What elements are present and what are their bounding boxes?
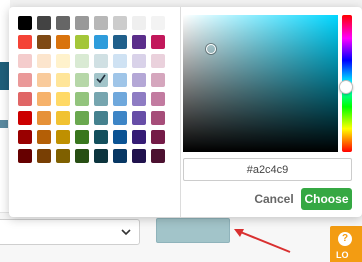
color-swatch[interactable] [18, 54, 32, 68]
color-swatch[interactable] [18, 111, 32, 125]
hue-slider-handle[interactable] [339, 80, 353, 94]
color-swatch[interactable] [75, 149, 89, 163]
color-swatch[interactable] [37, 111, 51, 125]
color-swatch[interactable] [132, 73, 146, 87]
annotation-arrow-icon [234, 229, 291, 253]
color-swatch[interactable] [18, 92, 32, 106]
color-swatch[interactable] [113, 54, 127, 68]
left-panel-marker [0, 120, 8, 128]
color-swatch[interactable] [113, 111, 127, 125]
color-swatch[interactable] [151, 149, 165, 163]
color-swatch[interactable] [56, 35, 70, 49]
color-swatch[interactable] [18, 35, 32, 49]
side-tab-label: LO [336, 250, 349, 260]
color-swatch[interactable] [132, 16, 146, 30]
color-swatch[interactable] [75, 16, 89, 30]
color-swatch[interactable] [151, 73, 165, 87]
color-swatch[interactable] [151, 92, 165, 106]
saturation-value-area[interactable] [183, 15, 338, 152]
color-preview-swatch[interactable] [156, 218, 230, 243]
color-swatch[interactable] [132, 35, 146, 49]
color-swatch[interactable] [37, 149, 51, 163]
color-swatch[interactable] [37, 54, 51, 68]
color-swatch[interactable] [113, 92, 127, 106]
color-swatch[interactable] [37, 92, 51, 106]
color-swatch[interactable] [18, 73, 32, 87]
color-swatch[interactable] [113, 73, 127, 87]
color-swatch[interactable] [56, 149, 70, 163]
color-swatch[interactable] [94, 16, 108, 30]
color-swatch[interactable] [18, 16, 32, 30]
color-swatch[interactable] [132, 92, 146, 106]
color-swatch[interactable] [56, 16, 70, 30]
choose-button[interactable]: Choose [301, 188, 352, 210]
color-swatch[interactable] [151, 35, 165, 49]
color-swatch[interactable] [132, 111, 146, 125]
color-swatch[interactable] [56, 92, 70, 106]
help-icon: ? [338, 232, 352, 246]
color-swatch[interactable] [94, 149, 108, 163]
color-swatch[interactable] [94, 130, 108, 144]
color-swatch[interactable] [56, 130, 70, 144]
check-icon [96, 74, 106, 84]
color-swatch[interactable] [113, 16, 127, 30]
color-swatch[interactable] [151, 16, 165, 30]
color-swatch[interactable] [75, 130, 89, 144]
color-swatch[interactable] [75, 111, 89, 125]
color-swatch[interactable] [151, 130, 165, 144]
color-swatch[interactable] [18, 130, 32, 144]
color-swatch[interactable] [132, 54, 146, 68]
color-swatch[interactable] [75, 73, 89, 87]
color-swatch[interactable] [113, 35, 127, 49]
color-swatch[interactable] [94, 35, 108, 49]
color-swatch[interactable] [132, 130, 146, 144]
color-picker-popup: Cancel Choose [9, 7, 362, 217]
color-swatch[interactable] [37, 73, 51, 87]
color-swatch[interactable] [94, 54, 108, 68]
color-swatch[interactable] [151, 54, 165, 68]
color-swatch[interactable] [75, 35, 89, 49]
saturation-handle[interactable] [206, 44, 216, 54]
color-swatch[interactable] [37, 35, 51, 49]
dropdown-select[interactable] [0, 219, 140, 245]
color-swatch[interactable] [94, 73, 108, 87]
color-swatch[interactable] [56, 54, 70, 68]
color-swatch[interactable] [94, 111, 108, 125]
color-swatch[interactable] [151, 111, 165, 125]
color-swatch[interactable] [75, 54, 89, 68]
color-swatch[interactable] [113, 149, 127, 163]
cancel-button[interactable]: Cancel [253, 188, 295, 210]
color-swatch[interactable] [56, 111, 70, 125]
color-swatch[interactable] [94, 92, 108, 106]
color-swatch[interactable] [113, 130, 127, 144]
color-swatch[interactable] [37, 16, 51, 30]
color-palette [18, 16, 174, 163]
chevron-down-icon [119, 225, 133, 239]
hex-input[interactable] [183, 158, 352, 181]
color-swatch[interactable] [18, 149, 32, 163]
color-swatch[interactable] [56, 73, 70, 87]
color-swatch[interactable] [37, 130, 51, 144]
color-swatch[interactable] [75, 92, 89, 106]
popup-divider [180, 7, 181, 217]
color-swatch[interactable] [132, 149, 146, 163]
